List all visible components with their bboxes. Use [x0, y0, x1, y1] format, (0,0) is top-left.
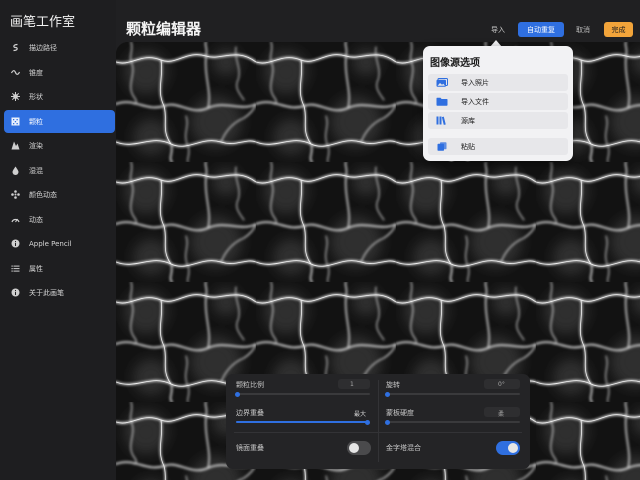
edge-overlap-value: 最大 — [354, 411, 367, 418]
sidebar-item-label: 描边路径 — [29, 43, 57, 52]
sidebar: 画笔工作室 描边路径 锥度 形状 颗粒 渲染 湿混 颜色动态 动态 Apple … — [0, 0, 116, 480]
sidebar-item-apple-pencil[interactable]: Apple Pencil — [4, 232, 115, 255]
image-source-popover: 图像源选项 导入照片 导入文件 源库 粘贴 — [423, 46, 573, 161]
source-library-option[interactable]: 源库 — [428, 112, 568, 129]
grain-scale-slider[interactable] — [235, 391, 370, 397]
popover-title: 图像源选项 — [430, 58, 480, 69]
cancel-button[interactable]: 取消 — [573, 22, 593, 37]
sidebar-item-label: 锥度 — [29, 68, 43, 77]
wet-mix-icon — [11, 166, 20, 175]
sidebar-item-dynamics[interactable]: 动态 — [4, 208, 115, 231]
sidebar-title: 画笔工作室 — [10, 15, 76, 30]
toggle-knob — [508, 443, 518, 453]
mirror-overlap-toggle[interactable] — [347, 441, 371, 455]
popover-item-label: 导入文件 — [461, 97, 489, 106]
toggle-knob — [349, 443, 359, 453]
rotation-label: 旋转 — [386, 381, 400, 389]
grain-icon — [11, 117, 20, 126]
sidebar-item-about-brush[interactable]: 关于此画笔 — [4, 281, 115, 304]
library-icon — [436, 116, 448, 125]
edge-overlap-slider[interactable] — [236, 419, 370, 425]
rendering-icon — [11, 141, 20, 150]
sidebar-item-taper[interactable]: 锥度 — [4, 61, 115, 84]
mask-hardness-label: 蒙板硬度 — [386, 409, 414, 417]
mask-hardness-value: 柔 — [498, 411, 505, 418]
rotation-slider-knob[interactable] — [385, 391, 390, 397]
photo-icon — [436, 78, 448, 87]
sidebar-item-label: 形状 — [29, 92, 43, 101]
import-button[interactable]: 导入 — [489, 22, 507, 37]
sidebar-item-properties[interactable]: 属性 — [4, 257, 115, 280]
page-title: 颗粒编辑器 — [126, 20, 202, 38]
sidebar-item-shape[interactable]: 形状 — [4, 85, 115, 108]
popover-item-label: 源库 — [461, 116, 475, 125]
edge-overlap-slider-knob[interactable] — [365, 419, 370, 425]
sidebar-item-color-dynamics[interactable]: 颜色动态 — [4, 183, 115, 206]
paste-option[interactable]: 粘贴 — [428, 138, 568, 155]
folder-icon — [436, 97, 448, 106]
import-photo-option[interactable]: 导入照片 — [428, 74, 568, 91]
sidebar-item-label: 动态 — [29, 215, 43, 224]
sidebar-item-wet-mix[interactable]: 湿混 — [4, 159, 115, 182]
autorepeat-button[interactable]: 自动重复 — [518, 22, 564, 37]
brush-studio-app: 画笔工作室 描边路径 锥度 形状 颗粒 渲染 湿混 颜色动态 动态 Apple … — [0, 0, 640, 480]
grain-scale-slider-knob[interactable] — [235, 391, 240, 397]
edge-overlap-slider-fill — [236, 421, 368, 423]
grain-scale-value: 1 — [350, 381, 354, 388]
sidebar-item-label: 关于此画笔 — [29, 288, 64, 297]
list-icon — [11, 264, 20, 273]
info-circle-icon — [11, 239, 20, 248]
paste-icon — [436, 142, 448, 151]
edge-overlap-label: 边界重叠 — [236, 409, 264, 417]
rotation-slider[interactable] — [385, 391, 520, 397]
pyramid-blend-toggle[interactable] — [496, 441, 520, 455]
sidebar-item-label: Apple Pencil — [29, 239, 72, 248]
popover-item-label: 粘贴 — [461, 142, 475, 151]
info-circle-icon — [11, 288, 20, 297]
sidebar-item-label: 颗粒 — [29, 117, 43, 126]
mask-hardness-slider[interactable] — [385, 419, 520, 425]
pyramid-blend-label: 金字塔混合 — [386, 444, 421, 452]
sidebar-item-label: 渲染 — [29, 141, 43, 150]
sidebar-item-label: 湿混 — [29, 166, 43, 175]
grain-settings-panel: 颗粒比例 1 旋转 0° 边界重叠 最大 蒙板硬度 柔 镜面重叠 金字塔混合 — [226, 374, 530, 469]
color-dynamics-icon — [11, 190, 20, 199]
import-file-option[interactable]: 导入文件 — [428, 93, 568, 110]
sidebar-item-stroke-path[interactable]: 描边路径 — [4, 36, 115, 59]
sidebar-item-label: 属性 — [29, 264, 43, 273]
done-button[interactable]: 完成 — [604, 22, 633, 37]
sidebar-item-grain[interactable]: 颗粒 — [4, 110, 115, 133]
shape-icon — [11, 92, 20, 101]
mask-hardness-slider-knob[interactable] — [385, 419, 390, 425]
grain-scale-field[interactable] — [338, 379, 370, 389]
grain-scale-label: 颗粒比例 — [236, 381, 264, 389]
popover-item-label: 导入照片 — [461, 78, 489, 87]
panel-divider-vertical — [378, 380, 379, 462]
sidebar-item-rendering[interactable]: 渲染 — [4, 134, 115, 157]
sidebar-item-label: 颜色动态 — [29, 190, 57, 199]
panel-divider-horizontal — [234, 432, 522, 433]
mirror-overlap-label: 镜面重叠 — [236, 444, 264, 452]
stroke-path-icon — [11, 43, 20, 52]
taper-icon — [11, 68, 20, 77]
dynamics-icon — [11, 215, 20, 224]
rotation-value: 0° — [498, 381, 505, 388]
